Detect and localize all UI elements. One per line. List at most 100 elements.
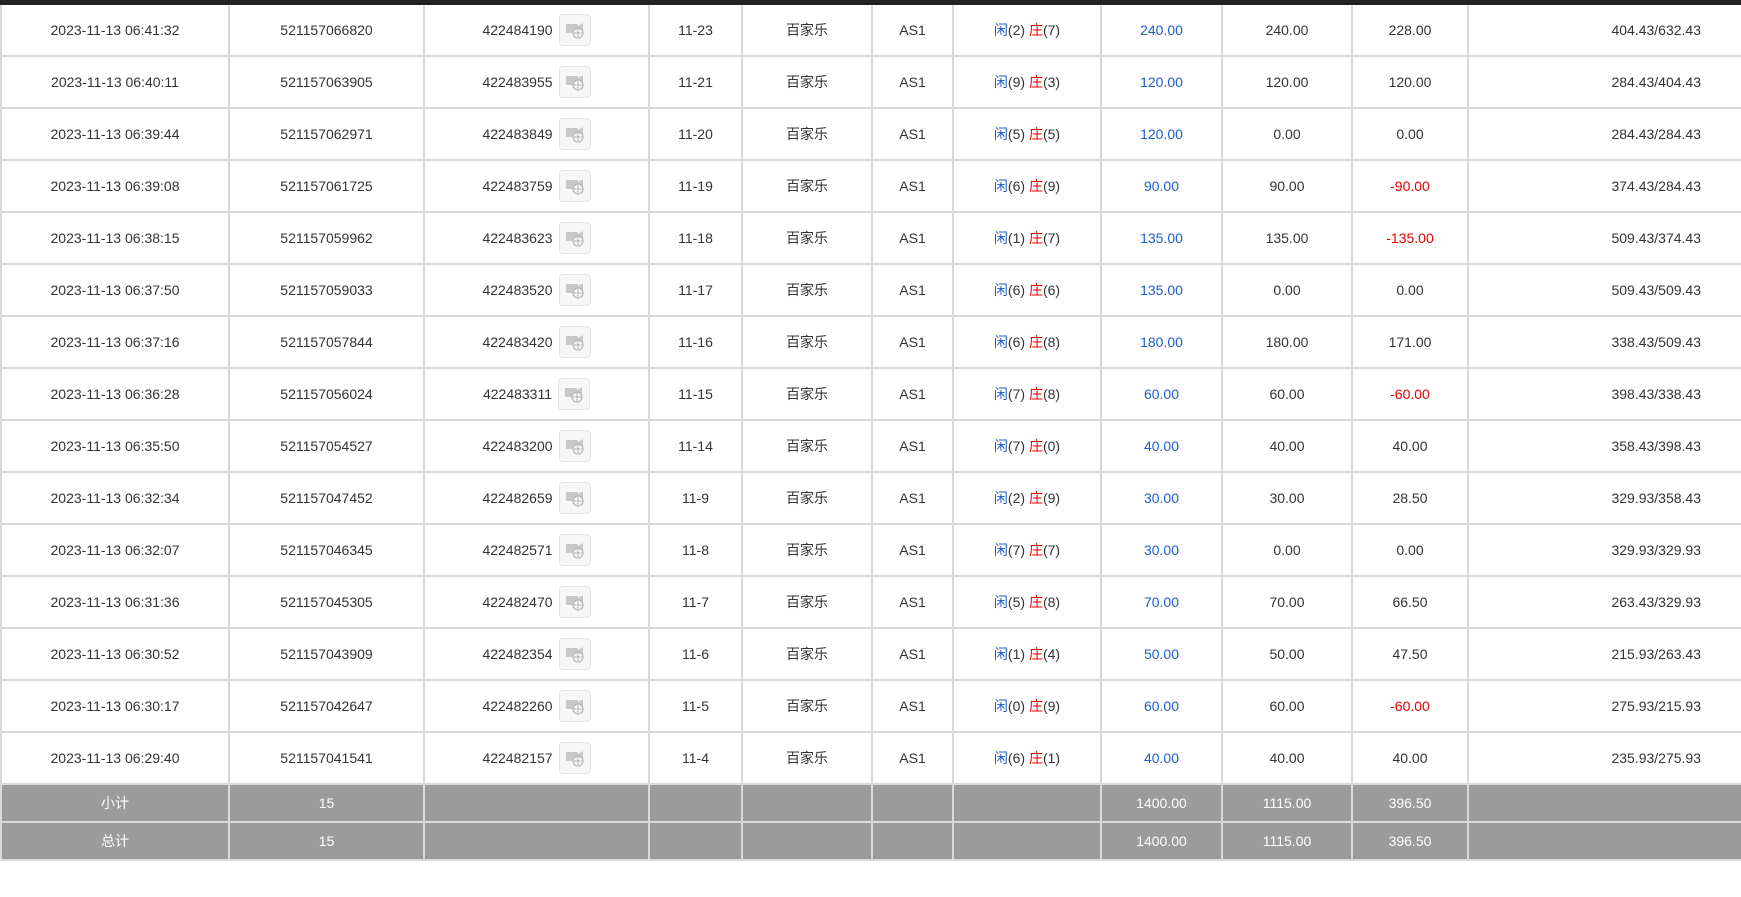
bet-time: 2023-11-13 06:40:11 xyxy=(0,55,230,109)
result-cell: 闲(6) 庄(1) xyxy=(952,731,1102,785)
video-replay-icon[interactable] xyxy=(558,222,591,254)
shoe-round: 11-6 xyxy=(648,627,743,681)
player-label: 闲 xyxy=(993,438,1008,454)
total-row: 总计 15 1400.00 1115.00 396.50 xyxy=(0,821,1741,861)
video-replay-icon[interactable] xyxy=(558,482,591,514)
subtotal-count: 15 xyxy=(228,783,425,823)
player-label: 闲 xyxy=(993,334,1008,350)
video-replay-icon[interactable] xyxy=(558,274,591,306)
video-replay-icon[interactable] xyxy=(558,586,591,618)
table-row: 2023-11-13 06:36:28 521157056024 422483311… xyxy=(0,367,1741,421)
bet-amount: 40.00 xyxy=(1100,731,1223,785)
player-label: 闲 xyxy=(993,542,1008,558)
round-number: 422483759 xyxy=(482,178,553,194)
video-replay-icon[interactable] xyxy=(558,638,591,670)
banker-points: (8) xyxy=(1042,334,1061,350)
order-number: 521157059962 xyxy=(228,211,425,265)
player-label: 闲 xyxy=(993,230,1008,246)
result-cell: 闲(7) 庄(7) xyxy=(952,523,1102,577)
subtotal-bet: 1400.00 xyxy=(1100,783,1223,823)
video-replay-icon[interactable] xyxy=(558,326,591,358)
table-row: 2023-11-13 06:31:36 521157045305 422482470… xyxy=(0,575,1741,629)
balance: 398.43/338.43 xyxy=(1467,367,1741,421)
bet-time: 2023-11-13 06:39:44 xyxy=(0,107,230,161)
balance: 509.43/509.43 xyxy=(1467,263,1741,317)
table-row: 2023-11-13 06:40:11 521157063905 422483955… xyxy=(0,55,1741,109)
video-replay-icon[interactable] xyxy=(558,534,591,566)
result-cell: 闲(6) 庄(8) xyxy=(952,315,1102,369)
round-number: 422482260 xyxy=(482,698,553,714)
round-number: 422482354 xyxy=(482,646,553,662)
order-number: 521157042647 xyxy=(228,679,425,733)
valid-bet: 40.00 xyxy=(1221,419,1353,473)
bet-time: 2023-11-13 06:32:34 xyxy=(0,471,230,525)
win-loss: 40.00 xyxy=(1351,731,1469,785)
shoe-round: 11-9 xyxy=(648,471,743,525)
game-type: 百家乐 xyxy=(741,5,873,57)
round-number: 422483955 xyxy=(482,74,553,90)
valid-bet: 120.00 xyxy=(1221,55,1353,109)
bet-time: 2023-11-13 06:31:36 xyxy=(0,575,230,629)
total-count: 15 xyxy=(228,821,425,861)
valid-bet: 0.00 xyxy=(1221,107,1353,161)
valid-bet: 0.00 xyxy=(1221,263,1353,317)
video-replay-icon[interactable] xyxy=(558,14,591,46)
game-type: 百家乐 xyxy=(741,731,873,785)
bet-amount: 135.00 xyxy=(1100,211,1223,265)
bet-time: 2023-11-13 06:30:17 xyxy=(0,679,230,733)
banker-points: (7) xyxy=(1042,230,1061,246)
round-number: 422483200 xyxy=(482,438,553,454)
table-code: AS1 xyxy=(871,419,954,473)
bet-amount: 120.00 xyxy=(1100,55,1223,109)
banker-points: (1) xyxy=(1042,750,1061,766)
player-label: 闲 xyxy=(993,386,1008,402)
player-label: 闲 xyxy=(993,646,1008,662)
round-cell: 422483623 xyxy=(423,211,650,265)
shoe-round: 11-17 xyxy=(648,263,743,317)
banker-label: 庄 xyxy=(1028,646,1043,662)
shoe-round: 11-5 xyxy=(648,679,743,733)
order-number: 521157045305 xyxy=(228,575,425,629)
player-label: 闲 xyxy=(993,698,1008,714)
win-loss: 0.00 xyxy=(1351,263,1469,317)
order-number: 521157066820 xyxy=(228,5,425,57)
banker-label: 庄 xyxy=(1028,74,1043,90)
video-replay-icon[interactable] xyxy=(558,378,591,410)
balance: 374.43/284.43 xyxy=(1467,159,1741,213)
game-type: 百家乐 xyxy=(741,263,873,317)
player-points: (7) xyxy=(1007,542,1026,558)
banker-label: 庄 xyxy=(1028,230,1043,246)
banker-label: 庄 xyxy=(1028,542,1043,558)
banker-label: 庄 xyxy=(1028,22,1043,38)
video-replay-icon[interactable] xyxy=(558,170,591,202)
shoe-round: 11-8 xyxy=(648,523,743,577)
player-label: 闲 xyxy=(993,22,1008,38)
banker-label: 庄 xyxy=(1028,750,1043,766)
empty-cell xyxy=(1467,783,1741,823)
win-loss: -60.00 xyxy=(1351,367,1469,421)
video-replay-icon[interactable] xyxy=(558,690,591,722)
bet-amount: 120.00 xyxy=(1100,107,1223,161)
bet-amount: 30.00 xyxy=(1100,471,1223,525)
video-replay-icon[interactable] xyxy=(558,118,591,150)
result-cell: 闲(2) 庄(9) xyxy=(952,471,1102,525)
win-loss: -60.00 xyxy=(1351,679,1469,733)
game-type: 百家乐 xyxy=(741,159,873,213)
video-replay-icon[interactable] xyxy=(558,430,591,462)
player-points: (2) xyxy=(1007,22,1026,38)
balance: 275.93/215.93 xyxy=(1467,679,1741,733)
game-type: 百家乐 xyxy=(741,419,873,473)
video-replay-icon[interactable] xyxy=(558,742,591,774)
shoe-round: 11-15 xyxy=(648,367,743,421)
video-replay-icon[interactable] xyxy=(558,66,591,98)
banker-points: (8) xyxy=(1042,386,1061,402)
empty-cell xyxy=(1467,821,1741,861)
bet-time: 2023-11-13 06:30:52 xyxy=(0,627,230,681)
result-cell: 闲(2) 庄(7) xyxy=(952,5,1102,57)
table-row: 2023-11-13 06:30:17 521157042647 422482260… xyxy=(0,679,1741,733)
table-row: 2023-11-13 06:30:52 521157043909 422482354… xyxy=(0,627,1741,681)
win-loss: -90.00 xyxy=(1351,159,1469,213)
empty-cell xyxy=(423,821,650,861)
bet-records-table: 2023-11-13 06:41:32 521157066820 422484190… xyxy=(0,5,1741,861)
banker-label: 庄 xyxy=(1028,594,1043,610)
